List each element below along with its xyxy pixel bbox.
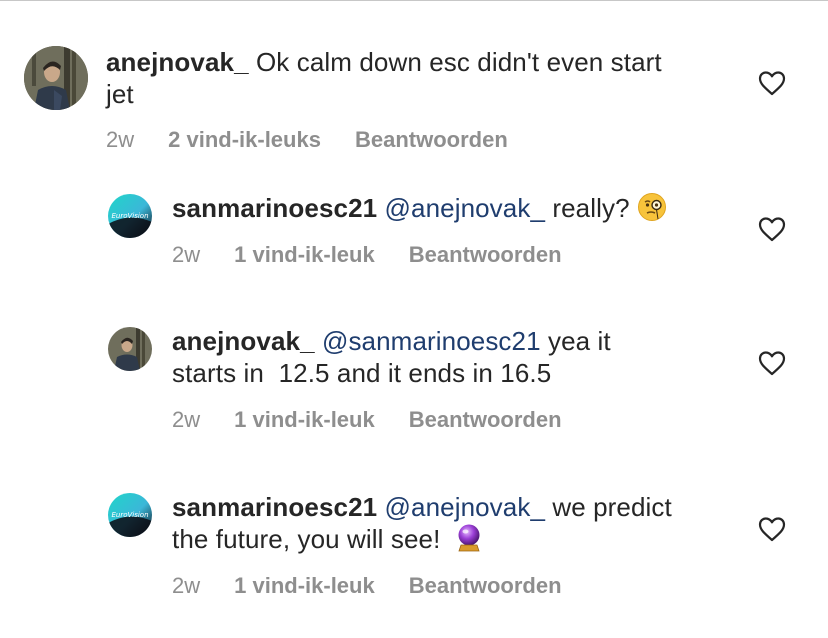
mention-link[interactable]: @sanmarinoesc21 bbox=[322, 326, 541, 356]
comment-body: really? bbox=[552, 193, 630, 223]
comment-username[interactable]: sanmarinoesc21 bbox=[172, 492, 377, 522]
person-photo-icon bbox=[24, 46, 88, 110]
crystal-ball-emoji-icon bbox=[458, 524, 480, 552]
reply-text: anejnovak_ @sanmarinoesc21 yea it starts… bbox=[172, 325, 732, 389]
mention-link[interactable]: @anejnovak_ bbox=[385, 492, 546, 522]
avatar[interactable] bbox=[24, 46, 88, 110]
mention-link[interactable]: @anejnovak_ bbox=[385, 193, 546, 223]
like-count[interactable]: 2 vind-ik-leuks bbox=[168, 127, 321, 152]
comment-time: 2w bbox=[172, 573, 201, 598]
svg-text:EuroVision: EuroVision bbox=[111, 511, 148, 519]
reply-button[interactable]: Beantwoorden bbox=[409, 573, 562, 598]
reply-button[interactable]: Beantwoorden bbox=[409, 242, 562, 267]
avatar[interactable] bbox=[108, 327, 152, 371]
comment-username[interactable]: anejnovak_ bbox=[172, 326, 315, 356]
person-photo-icon bbox=[108, 327, 152, 371]
reply-text: sanmarinoesc21 @anejnovak_ really? bbox=[172, 192, 732, 224]
comment-meta: 2w 1 vind-ik-leuk Beantwoorden bbox=[172, 572, 562, 600]
like-count[interactable]: 1 vind-ik-leuk bbox=[234, 573, 375, 598]
heart-outline-icon[interactable] bbox=[758, 350, 786, 376]
comment-meta: 2w 2 vind-ik-leuks Beantwoorden bbox=[106, 126, 508, 154]
comment-time: 2w bbox=[106, 127, 135, 152]
comment-username[interactable]: sanmarinoesc21 bbox=[172, 193, 377, 223]
top-divider bbox=[0, 0, 828, 1]
comment-meta: 2w 1 vind-ik-leuk Beantwoorden bbox=[172, 406, 562, 434]
reply-text: sanmarinoesc21 @anejnovak_ we predict th… bbox=[172, 491, 732, 555]
eurovision-logo-icon: EuroVision bbox=[108, 194, 152, 238]
like-count[interactable]: 1 vind-ik-leuk bbox=[234, 407, 375, 432]
monocle-face-emoji-icon bbox=[637, 193, 666, 221]
comment-time: 2w bbox=[172, 407, 201, 432]
reply-button[interactable]: Beantwoorden bbox=[355, 127, 508, 152]
like-count[interactable]: 1 vind-ik-leuk bbox=[234, 242, 375, 267]
comment-body-line2: jet bbox=[106, 79, 134, 109]
comment-meta: 2w 1 vind-ik-leuk Beantwoorden bbox=[172, 241, 562, 269]
avatar[interactable]: EuroVision bbox=[108, 194, 152, 238]
heart-outline-icon[interactable] bbox=[758, 516, 786, 542]
avatar[interactable]: EuroVision bbox=[108, 493, 152, 537]
heart-outline-icon[interactable] bbox=[758, 70, 786, 96]
comment-username[interactable]: anejnovak_ bbox=[106, 47, 249, 77]
comment-text: anejnovak_ Ok calm down esc didn't even … bbox=[106, 46, 726, 110]
comment-time: 2w bbox=[172, 242, 201, 267]
comment-body: yea it bbox=[547, 326, 611, 356]
comment-body-line2: starts in 12.5 and it ends in 16.5 bbox=[172, 358, 552, 388]
reply-button[interactable]: Beantwoorden bbox=[409, 407, 562, 432]
eurovision-logo-icon: EuroVision bbox=[108, 493, 152, 537]
comment-body: Ok calm down esc didn't even start bbox=[255, 47, 662, 77]
heart-outline-icon[interactable] bbox=[758, 216, 786, 242]
comment-body: we predict bbox=[552, 492, 672, 522]
svg-text:EuroVision: EuroVision bbox=[111, 212, 148, 220]
comment-body-line2: the future, you will see! bbox=[172, 524, 441, 554]
